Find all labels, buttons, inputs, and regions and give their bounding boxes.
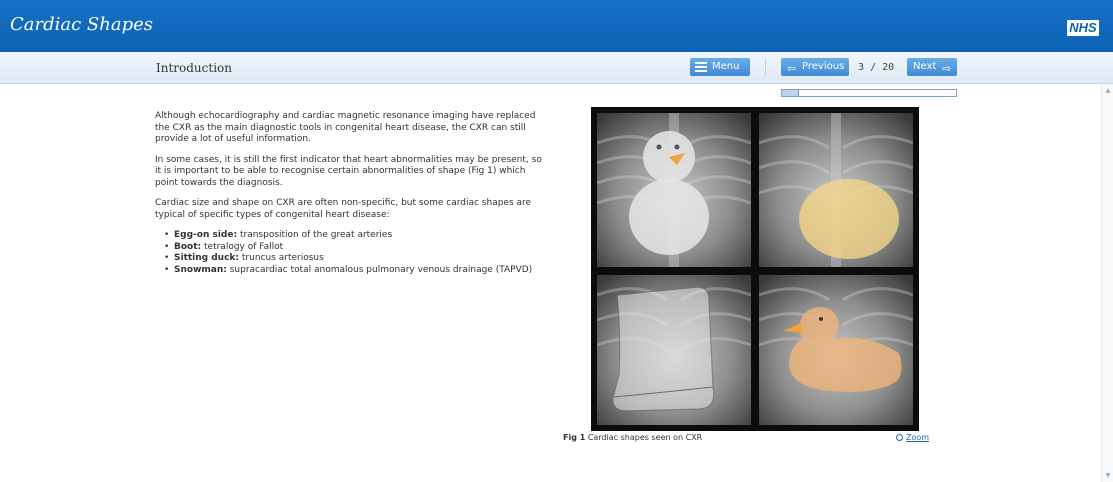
figure-caption: Fig 1 Cardiac shapes seen on CXR [563, 433, 702, 442]
list-item-desc: supracardiac total anomalous pulmonary v… [229, 264, 533, 275]
egg-shape [799, 179, 899, 259]
zoom-link[interactable]: Zoom [896, 433, 929, 442]
list-item: Sitting duck: truncus arteriosus [164, 253, 547, 265]
paragraph: In some cases, it is still the first ind… [155, 154, 542, 188]
snowman-xray-panel [597, 113, 751, 267]
page-separator: / [870, 62, 877, 73]
arrow-right-icon: ⇨ [942, 62, 952, 75]
intro-text: Although echocardiography and cardiac ma… [155, 111, 547, 276]
scroll-up-arrow-icon[interactable]: ▲ [1103, 87, 1113, 94]
arrow-left-icon: ⇦ [787, 62, 797, 75]
figure-caption-label: Fig 1 [563, 433, 586, 442]
section-title: Introduction [156, 61, 232, 75]
snowman-body [629, 179, 709, 255]
cardiac-shapes-list: Egg-on side: transposition of the great … [155, 230, 547, 276]
previous-button-label: Previous [802, 61, 845, 72]
list-item-term: Snowman: [174, 264, 227, 275]
list-item: Boot: tetralogy of Fallot [164, 242, 547, 254]
list-item: Snowman: supracardiac total anomalous pu… [164, 265, 547, 277]
list-item-term: Sitting duck: [174, 253, 240, 263]
progress-bar-fill [782, 90, 800, 96]
boot-xray-panel [597, 275, 751, 429]
paragraph: Although echocardiography and cardiac ma… [155, 111, 536, 144]
navigation-bar: Introduction Menu ⇦ Previous 3 / 20 Next… [0, 52, 1113, 84]
next-button[interactable]: Next ⇨ [907, 58, 957, 76]
previous-button[interactable]: ⇦ Previous [781, 58, 849, 76]
figure-caption-text: Cardiac shapes seen on CXR [587, 433, 703, 442]
vertical-scrollbar[interactable]: ▲ ▼ [1101, 84, 1113, 482]
page-counter: 3 / 20 [858, 62, 894, 73]
magnifier-icon [896, 434, 903, 441]
nhs-logo: NHS [1067, 20, 1099, 36]
egg-on-side-xray-panel [759, 113, 913, 267]
menu-button-label: Menu [712, 61, 740, 72]
sitting-duck-xray-panel [759, 275, 913, 429]
list-item-term: Boot: [174, 241, 202, 252]
menu-button[interactable]: Menu [690, 58, 750, 76]
page-total: 20 [882, 62, 895, 73]
zoom-link-label: Zoom [906, 433, 930, 442]
page-current: 3 [858, 62, 865, 73]
next-button-label: Next [913, 61, 937, 72]
cardiac-shapes-figure[interactable] [591, 107, 919, 431]
list-icon [695, 61, 707, 73]
list-item-desc: tetralogy of Fallot [204, 241, 284, 252]
list-item-desc: transposition of the great arteries [239, 230, 393, 240]
scroll-down-arrow-icon[interactable]: ▼ [1103, 472, 1113, 479]
list-item-term: Egg-on side: [174, 230, 238, 240]
app-title: Cardiac Shapes [10, 14, 153, 35]
app-header: Cardiac Shapes NHS [0, 0, 1113, 52]
list-item-desc: truncus arteriosus [241, 253, 324, 263]
toolbar-divider [765, 58, 766, 76]
paragraph: Cardiac size and shape on CXR are often … [155, 198, 532, 220]
progress-bar [781, 89, 957, 97]
list-item: Egg-on side: transposition of the great … [164, 230, 547, 242]
